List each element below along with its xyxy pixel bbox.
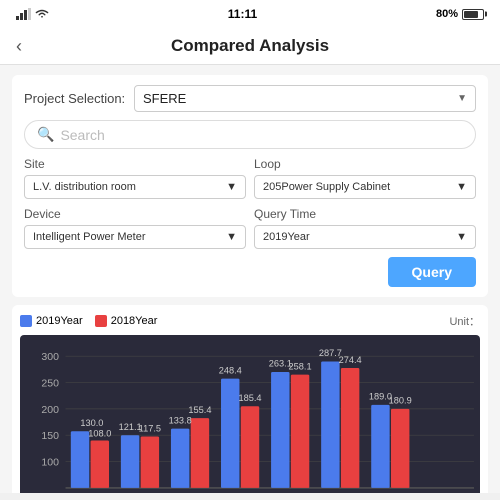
- svg-text:185.4: 185.4: [238, 393, 261, 403]
- svg-text:108.0: 108.0: [88, 429, 111, 439]
- site-chevron-icon: ▼: [226, 181, 237, 193]
- battery-area: 80%: [436, 8, 484, 20]
- legend-2019-label: 2019Year: [36, 315, 83, 327]
- legend-2018: 2018Year: [95, 315, 158, 327]
- query-time-select[interactable]: 2019Year ▼: [254, 225, 476, 249]
- loop-value: 205Power Supply Cabinet: [263, 181, 390, 193]
- legend-2018-label: 2018Year: [111, 315, 158, 327]
- site-field: Site L.V. distribution room ▼: [24, 157, 246, 199]
- svg-text:248.4: 248.4: [219, 365, 242, 375]
- main-content: Project Selection: SFERE ▼ 🔍 Search Site…: [0, 65, 500, 493]
- svg-text:117.5: 117.5: [139, 423, 161, 433]
- loop-chevron-icon: ▼: [456, 181, 467, 193]
- svg-text:130.0: 130.0: [80, 418, 103, 428]
- site-loop-row: Site L.V. distribution room ▼ Loop 205Po…: [24, 157, 476, 199]
- app-header: ‹ Compared Analysis: [0, 28, 500, 65]
- battery-percent: 80%: [436, 8, 458, 20]
- site-label: Site: [24, 157, 246, 171]
- svg-text:133.8: 133.8: [169, 415, 192, 425]
- project-selection-card: Project Selection: SFERE ▼ 🔍 Search Site…: [12, 75, 488, 297]
- chevron-down-icon: ▼: [457, 93, 467, 104]
- chart-legend: 2019Year 2018Year Unit：: [20, 313, 480, 329]
- signal-icon: [16, 8, 32, 20]
- status-bar: 11:11 80%: [0, 0, 500, 28]
- project-field-row: Project Selection: SFERE ▼: [24, 85, 476, 112]
- project-value: SFERE: [143, 91, 186, 106]
- svg-text:180.9: 180.9: [389, 396, 412, 406]
- chart-wrap: 300 250 200 150 100 130.0 108.0 Jan. 121…: [20, 335, 480, 493]
- device-field: Device Intelligent Power Meter ▼: [24, 207, 246, 249]
- svg-text:250: 250: [41, 377, 59, 389]
- svg-text:100: 100: [41, 457, 59, 469]
- wifi-icon: [35, 9, 49, 19]
- svg-text:300: 300: [41, 351, 59, 363]
- loop-label: Loop: [254, 157, 476, 171]
- legend-2019: 2019Year: [20, 315, 83, 327]
- loop-select[interactable]: 205Power Supply Cabinet ▼: [254, 175, 476, 199]
- loop-field: Loop 205Power Supply Cabinet ▼: [254, 157, 476, 199]
- svg-text:258.1: 258.1: [289, 361, 312, 371]
- project-select[interactable]: SFERE ▼: [134, 85, 476, 112]
- device-chevron-icon: ▼: [226, 231, 237, 243]
- search-bar[interactable]: 🔍 Search: [24, 120, 476, 149]
- battery-icon: [462, 9, 484, 20]
- svg-text:274.4: 274.4: [339, 355, 362, 365]
- legend-2019-dot: [20, 315, 32, 327]
- device-select[interactable]: Intelligent Power Meter ▼: [24, 225, 246, 249]
- chart-unit: Unit：: [449, 313, 480, 329]
- page-title: Compared Analysis: [171, 36, 329, 56]
- chart-section: 2019Year 2018Year Unit： 300 250 200: [12, 305, 488, 493]
- back-button[interactable]: ‹: [16, 36, 22, 57]
- project-label: Project Selection:: [24, 91, 134, 106]
- site-value: L.V. distribution room: [33, 181, 136, 193]
- device-value: Intelligent Power Meter: [33, 231, 146, 243]
- svg-text:155.4: 155.4: [188, 405, 211, 415]
- svg-text:200: 200: [41, 404, 59, 416]
- query-time-field: Query Time 2019Year ▼: [254, 207, 476, 249]
- query-time-label: Query Time: [254, 207, 476, 221]
- query-time-value: 2019Year: [263, 231, 310, 243]
- bar-chart: 300 250 200 150 100 130.0 108.0 Jan. 121…: [26, 343, 474, 493]
- device-querytime-row: Device Intelligent Power Meter ▼ Query T…: [24, 207, 476, 249]
- signal-area: [16, 8, 49, 20]
- svg-text:150: 150: [41, 430, 59, 442]
- search-input[interactable]: Search: [60, 127, 104, 143]
- query-button-wrap: Query: [24, 257, 476, 287]
- site-select[interactable]: L.V. distribution room ▼: [24, 175, 246, 199]
- device-label: Device: [24, 207, 246, 221]
- search-icon: 🔍: [37, 126, 54, 143]
- query-button[interactable]: Query: [388, 257, 476, 287]
- query-time-chevron-icon: ▼: [456, 231, 467, 243]
- legend-2018-dot: [95, 315, 107, 327]
- time-display: 11:11: [228, 7, 257, 21]
